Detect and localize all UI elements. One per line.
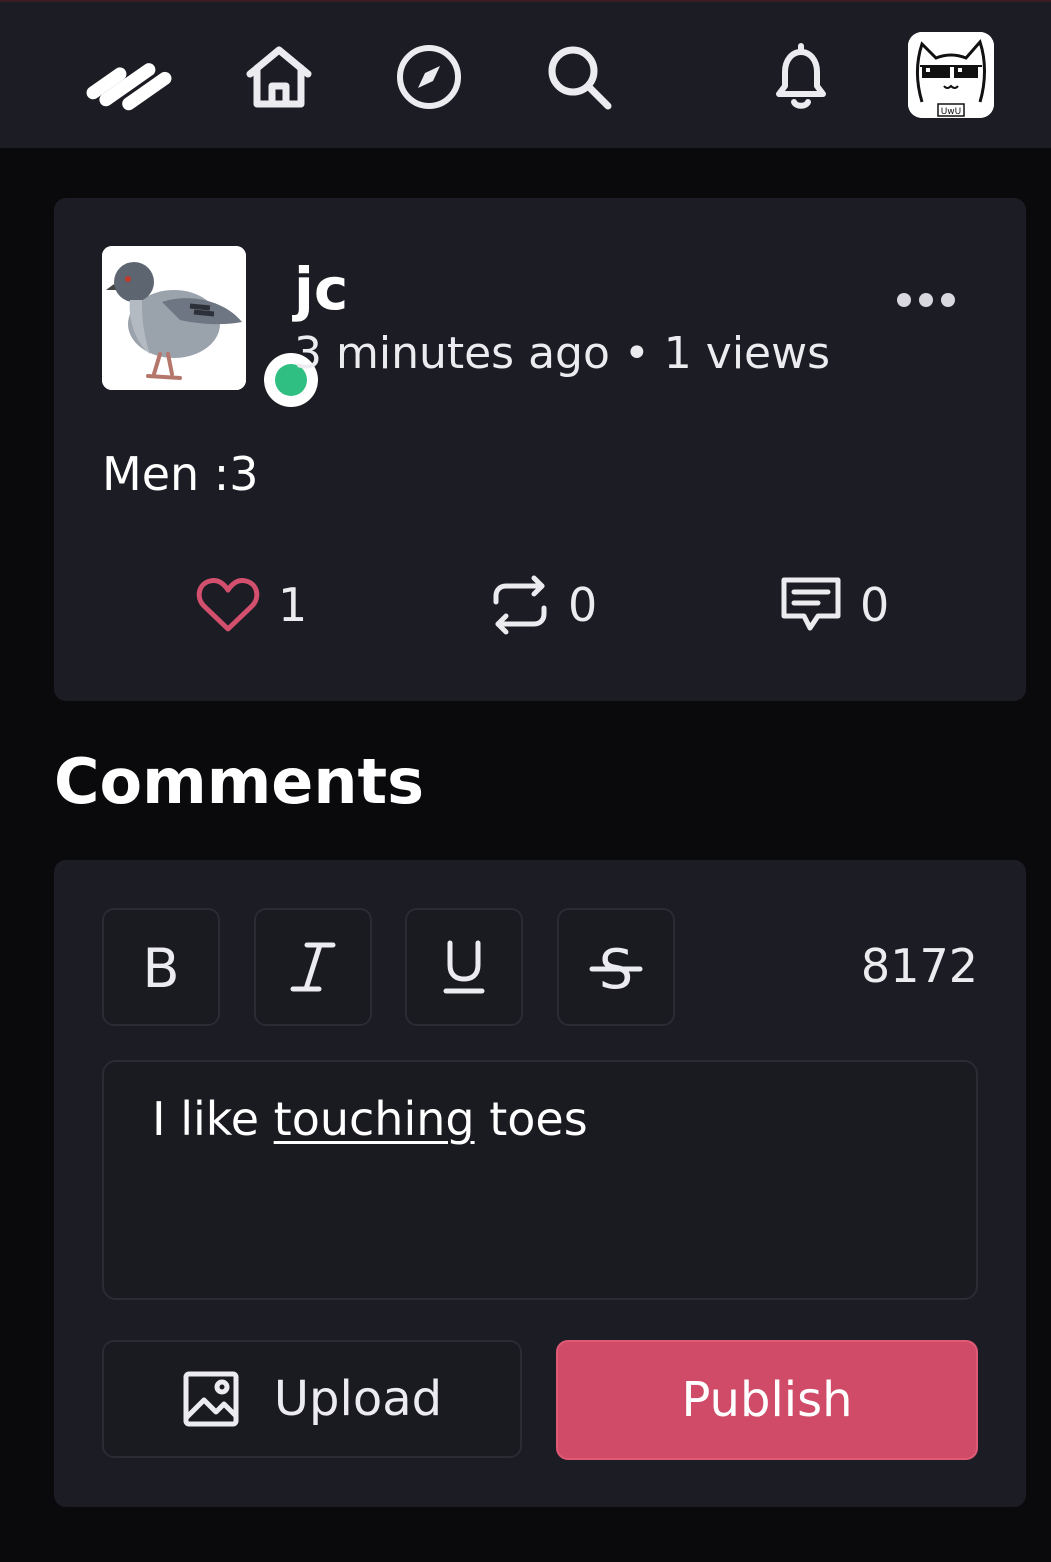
- remaining-characters: 8172: [860, 939, 978, 993]
- bold-button[interactable]: B: [102, 908, 220, 1026]
- italic-button[interactable]: [254, 908, 372, 1026]
- repost-count: 0: [568, 578, 598, 632]
- repost-button[interactable]: 0: [490, 570, 597, 640]
- cat-sunglasses-avatar-icon: UwU: [908, 32, 994, 118]
- more-options-button[interactable]: [886, 278, 966, 322]
- comment-icon: [781, 577, 841, 631]
- editor-text-plain: I like: [152, 1092, 274, 1146]
- underline-button[interactable]: [405, 908, 523, 1026]
- strikethrough-icon: S: [589, 938, 643, 997]
- publish-label: Publish: [681, 1372, 853, 1428]
- post-meta: 3 minutes ago • 1 views: [294, 328, 831, 379]
- search-button[interactable]: [534, 32, 624, 122]
- profile-avatar[interactable]: UwU: [908, 32, 994, 118]
- like-count: 1: [278, 578, 308, 632]
- home-button[interactable]: [234, 32, 324, 122]
- compass-icon: [397, 45, 461, 109]
- comment-count: 0: [860, 578, 890, 632]
- strikethrough-button[interactable]: S: [557, 908, 675, 1026]
- search-icon: [548, 46, 612, 110]
- post-author-name[interactable]: jc: [294, 254, 348, 324]
- logo-button[interactable]: [82, 32, 172, 122]
- pigeon-avatar-icon: [102, 246, 246, 390]
- editor-text-underlined: touching: [273, 1092, 475, 1146]
- logo-icon: [86, 63, 172, 111]
- repost-icon: [493, 575, 547, 635]
- editor-text-plain-end: toes: [474, 1092, 588, 1146]
- more-dots-icon: [897, 293, 911, 307]
- comments-heading: Comments: [54, 745, 425, 818]
- heart-icon: [196, 578, 260, 632]
- image-icon: [183, 1371, 239, 1427]
- publish-button[interactable]: Publish: [556, 1340, 978, 1460]
- comment-button[interactable]: 0: [780, 570, 889, 640]
- post-body: Men :3: [102, 447, 259, 501]
- like-button[interactable]: 1: [196, 570, 307, 640]
- underline-icon: [443, 940, 485, 994]
- comment-text-editor[interactable]: I like touching toes: [102, 1060, 978, 1300]
- comment-composer: B S 8172 I like touching toes Upload Pub…: [54, 860, 1026, 1507]
- author-avatar[interactable]: [102, 246, 246, 390]
- post-card: jc 3 minutes ago • 1 views Men :3 1 0 0: [54, 198, 1026, 701]
- svg-text:B: B: [142, 937, 179, 997]
- upload-label: Upload: [273, 1371, 443, 1427]
- explore-button[interactable]: [384, 32, 474, 122]
- top-nav-bar: UwU: [0, 0, 1051, 148]
- avatar-label: UwU: [941, 107, 962, 117]
- notifications-button[interactable]: [756, 32, 846, 122]
- home-icon: [246, 46, 312, 108]
- bell-icon: [776, 43, 826, 109]
- bold-icon: B: [142, 937, 179, 997]
- upload-button[interactable]: Upload: [102, 1340, 522, 1458]
- italic-icon: [290, 942, 336, 992]
